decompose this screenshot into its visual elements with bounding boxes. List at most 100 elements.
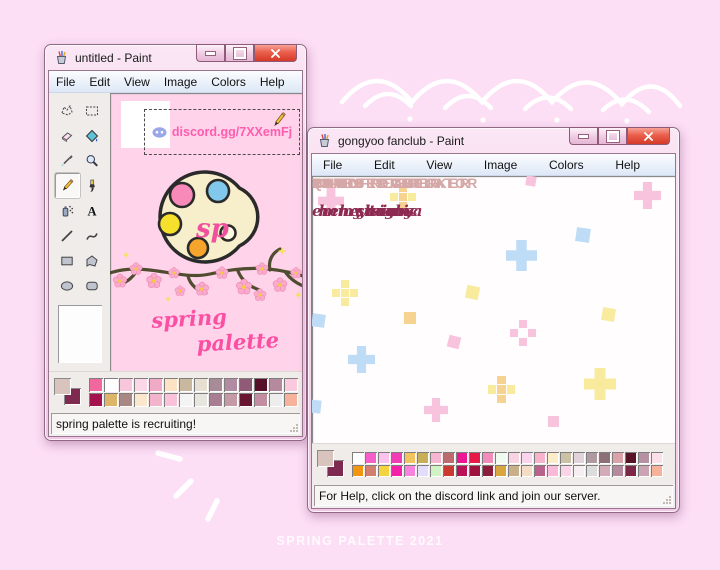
tool-brush[interactable] xyxy=(80,173,105,198)
color-swatch[interactable] xyxy=(404,464,416,477)
color-swatch[interactable] xyxy=(89,377,103,392)
color-swatch[interactable] xyxy=(560,451,572,464)
color-swatch[interactable] xyxy=(573,451,585,464)
maximize-button[interactable] xyxy=(598,127,627,145)
color-swatch[interactable] xyxy=(134,392,148,407)
tool-free-form-select[interactable] xyxy=(55,98,80,123)
color-swatch[interactable] xyxy=(508,451,520,464)
tool-text[interactable]: A xyxy=(80,198,105,223)
menu-item-edit[interactable]: Edit xyxy=(367,158,402,172)
color-swatch[interactable] xyxy=(651,451,663,464)
minimize-button[interactable] xyxy=(196,44,225,62)
color-swatch[interactable] xyxy=(179,377,193,392)
color-swatch[interactable] xyxy=(284,377,298,392)
foreground-color[interactable] xyxy=(54,377,71,395)
paint-canvas[interactable]: discord.gg/7XXemFj sp spring palette xyxy=(110,93,302,371)
color-swatch[interactable] xyxy=(391,451,403,464)
color-swatch[interactable] xyxy=(104,392,118,407)
color-swatch[interactable] xyxy=(179,392,193,407)
color-swatch[interactable] xyxy=(254,392,268,407)
maximize-button[interactable] xyxy=(225,44,254,62)
color-swatch[interactable] xyxy=(625,464,637,477)
menu-item-image[interactable]: Image xyxy=(477,158,524,172)
color-swatch[interactable] xyxy=(119,392,133,407)
color-swatch[interactable] xyxy=(443,464,455,477)
color-swatch[interactable] xyxy=(651,464,663,477)
color-swatch[interactable] xyxy=(495,451,507,464)
selection-box[interactable]: discord.gg/7XXemFj xyxy=(144,109,300,155)
menu-item-edit[interactable]: Edit xyxy=(82,75,117,89)
tool-polygon[interactable] xyxy=(80,248,105,273)
resize-grip[interactable] xyxy=(289,423,299,433)
color-swatch[interactable] xyxy=(284,392,298,407)
color-swatch[interactable] xyxy=(224,377,238,392)
close-button[interactable] xyxy=(254,44,297,62)
color-swatch[interactable] xyxy=(456,464,468,477)
color-swatch[interactable] xyxy=(534,451,546,464)
color-swatch[interactable] xyxy=(404,451,416,464)
color-swatch[interactable] xyxy=(209,392,223,407)
minimize-button[interactable] xyxy=(569,127,598,145)
color-swatch[interactable] xyxy=(224,392,238,407)
color-swatch[interactable] xyxy=(89,392,103,407)
tool-curve[interactable] xyxy=(80,223,105,248)
color-swatch[interactable] xyxy=(547,451,559,464)
color-swatch[interactable] xyxy=(119,377,133,392)
color-swatch[interactable] xyxy=(134,377,148,392)
color-swatch[interactable] xyxy=(547,464,559,477)
tool-eyedropper[interactable] xyxy=(55,148,80,173)
color-swatch[interactable] xyxy=(534,464,546,477)
tool-select[interactable] xyxy=(80,98,105,123)
color-swatch[interactable] xyxy=(469,464,481,477)
color-swatch[interactable] xyxy=(430,464,442,477)
foreground-color[interactable] xyxy=(317,449,334,467)
menu-item-file[interactable]: File xyxy=(316,158,349,172)
color-swatch[interactable] xyxy=(254,377,268,392)
menu-item-colors[interactable]: Colors xyxy=(204,75,253,89)
color-swatch[interactable] xyxy=(521,451,533,464)
color-swatch[interactable] xyxy=(209,377,223,392)
color-swatch[interactable] xyxy=(638,464,650,477)
tool-fill[interactable] xyxy=(80,123,105,148)
color-swatch[interactable] xyxy=(586,451,598,464)
color-swatch[interactable] xyxy=(417,464,429,477)
color-swatch[interactable] xyxy=(573,464,585,477)
menu-item-file[interactable]: File xyxy=(49,75,82,89)
menu-item-view[interactable]: View xyxy=(419,158,459,172)
close-button[interactable] xyxy=(627,127,670,145)
color-swatch[interactable] xyxy=(508,464,520,477)
color-swatch[interactable] xyxy=(495,464,507,477)
color-swatch[interactable] xyxy=(430,451,442,464)
tool-pencil[interactable] xyxy=(54,173,80,198)
color-swatch[interactable] xyxy=(612,451,624,464)
color-swatch[interactable] xyxy=(456,451,468,464)
paint-canvas[interactable]: RAW PROVIDER yana JP-EN TRANSLATOR teruya PR… xyxy=(312,176,675,443)
color-swatch[interactable] xyxy=(378,464,390,477)
color-swatch[interactable] xyxy=(269,392,283,407)
tool-magnifier[interactable] xyxy=(80,148,105,173)
color-swatch[interactable] xyxy=(239,377,253,392)
color-swatch[interactable] xyxy=(521,464,533,477)
color-swatch[interactable] xyxy=(443,451,455,464)
color-swatch[interactable] xyxy=(194,392,208,407)
color-swatch[interactable] xyxy=(469,451,481,464)
color-swatch[interactable] xyxy=(599,451,611,464)
color-swatch[interactable] xyxy=(352,451,364,464)
color-swatch[interactable] xyxy=(149,377,163,392)
color-swatch[interactable] xyxy=(365,464,377,477)
color-swatch[interactable] xyxy=(560,464,572,477)
menu-item-help[interactable]: Help xyxy=(608,158,647,172)
color-swatch[interactable] xyxy=(599,464,611,477)
color-swatch[interactable] xyxy=(586,464,598,477)
color-swatch[interactable] xyxy=(104,377,118,392)
color-swatch[interactable] xyxy=(352,464,364,477)
color-swatch[interactable] xyxy=(239,392,253,407)
tool-rounded-rectangle[interactable] xyxy=(80,273,105,298)
menu-item-colors[interactable]: Colors xyxy=(542,158,591,172)
menu-item-image[interactable]: Image xyxy=(157,75,204,89)
color-swatch[interactable] xyxy=(269,377,283,392)
tool-airbrush[interactable] xyxy=(55,198,80,223)
color-swatch[interactable] xyxy=(612,464,624,477)
color-swatch[interactable] xyxy=(417,451,429,464)
menu-item-help[interactable]: Help xyxy=(253,75,292,89)
